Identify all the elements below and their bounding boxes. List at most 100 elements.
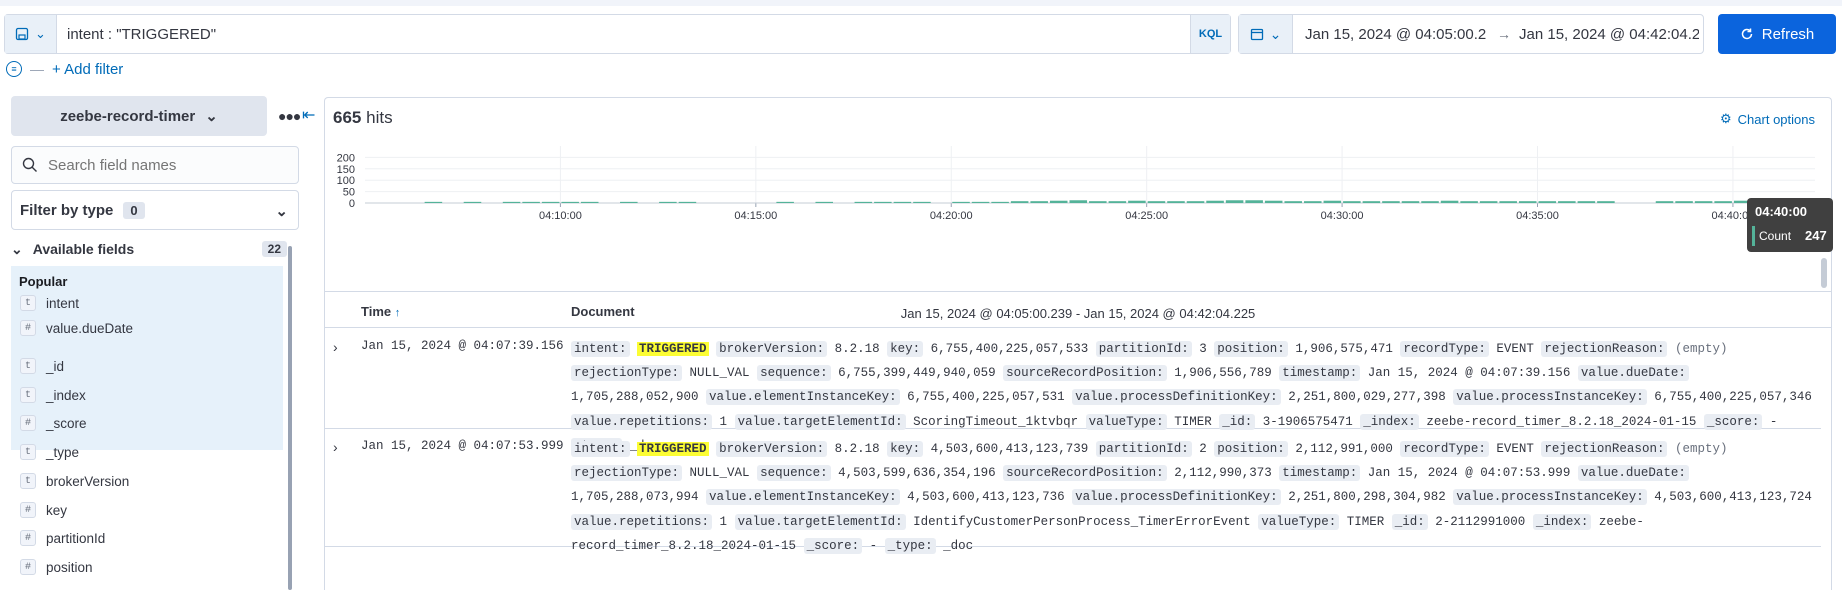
collapse-sidebar-icon[interactable]: ⇤ (302, 105, 315, 125)
index-pattern-selector[interactable]: zeebe-record-timer ⌄ (11, 96, 267, 136)
histogram-bar (1167, 201, 1185, 203)
doc-field-key: rejectionReason: (1541, 341, 1668, 357)
doc-field: _id: 2-2112991000 (1391, 513, 1525, 530)
date-picker: ⌄ Jan 15, 2024 @ 04:05:00.2 → Jan 15, 20… (1238, 14, 1704, 54)
histogram-bar (1069, 200, 1088, 203)
y-tick-label: 200 (337, 152, 355, 164)
doc-field: intent: TRIGGERED (571, 341, 709, 357)
field-item[interactable]: # _score (20, 412, 87, 434)
quick-select-button[interactable]: ⌄ (1239, 15, 1293, 53)
filter-menu-icon[interactable]: ≡ (6, 61, 22, 77)
histogram-svg[interactable]: 200150100500 04:10:00 04:15:00 04:20:00 04:2… (325, 138, 1831, 268)
doc-field-key: partitionId: (1095, 441, 1192, 457)
query-input[interactable]: intent : "TRIGGERED" (57, 26, 1190, 43)
doc-field: rejectionReason: (empty) (1541, 341, 1727, 357)
doc-field-key: brokerVersion: (716, 441, 828, 457)
histogram-bar (971, 201, 990, 203)
field-item[interactable]: # partitionId (20, 527, 105, 549)
field-item[interactable]: t _type (20, 441, 79, 463)
doc-field-value: 1,705,288,073,994 (571, 490, 699, 505)
histogram-bar (1518, 201, 1537, 203)
expand-row-icon[interactable]: › (333, 339, 338, 355)
doc-field-value: TRIGGERED (637, 442, 709, 456)
field-item[interactable]: t _index (20, 384, 86, 406)
doc-field-key: rejectionType: (571, 465, 683, 482)
histogram-bar (1675, 201, 1693, 203)
histogram-bar (1694, 201, 1713, 203)
end-date[interactable]: Jan 15, 2024 @ 04:42:04.2 (1519, 26, 1699, 43)
doc-field: intent: TRIGGERED (571, 441, 709, 457)
table-scrollbar[interactable] (1821, 258, 1827, 288)
doc-field-key: _score: (1703, 413, 1763, 430)
field-item[interactable]: t intent (20, 292, 79, 314)
doc-field-value: 6,755,400,225,057,531 (907, 390, 1065, 405)
gear-icon: ⚙ (1720, 111, 1732, 126)
start-date[interactable]: Jan 15, 2024 @ 04:05:00.2 (1293, 26, 1489, 43)
query-input-container[interactable]: ⌄ intent : "TRIGGERED" KQL (4, 14, 1231, 54)
histogram-bar (1440, 200, 1459, 203)
time-column-header[interactable]: Time ↑ (361, 304, 400, 319)
doc-field-value: - (1769, 414, 1778, 429)
field-sidebar: zeebe-record-timer ⌄ ●●● ⇤ Filter by typ… (0, 96, 322, 590)
refresh-button[interactable]: Refresh (1718, 14, 1836, 54)
chart-options-button[interactable]: ⚙ Chart options (1720, 111, 1815, 127)
doc-field-value: 2,112,991,000 (1295, 442, 1393, 456)
field-item[interactable]: # key (20, 499, 67, 521)
histogram-bar (1714, 201, 1732, 203)
filter-by-type-label: Filter by type (20, 201, 114, 219)
y-tick-label: 100 (337, 175, 355, 187)
field-name: intent (46, 295, 80, 311)
histogram-bar (1655, 201, 1674, 203)
histogram-bar (561, 201, 579, 203)
table-row: › Jan 15, 2024 @ 04:07:39.156 intent: TR… (325, 329, 1821, 454)
sidebar-scrollbar[interactable] (288, 246, 292, 590)
doc-field-key: sourceRecordPosition: (1003, 365, 1167, 382)
field-item[interactable]: t brokerVersion (20, 470, 129, 492)
expand-row-icon[interactable]: › (333, 439, 338, 455)
more-options-icon[interactable]: ●●● (278, 108, 301, 124)
doc-field-key: partitionId: (1095, 341, 1192, 357)
chevron-down-icon: ⌄ (205, 108, 218, 125)
field-item[interactable]: # position (20, 556, 93, 578)
histogram-bar (1264, 200, 1283, 203)
doc-field-value: 1,906,556,789 (1174, 366, 1272, 381)
filter-by-type-button[interactable]: Filter by type 0 ⌄ (11, 190, 299, 230)
histogram-bar (776, 201, 794, 203)
field-type-icon: t (20, 358, 36, 374)
doc-field-key: _index: (1360, 413, 1419, 430)
doc-field: value.elementInstanceKey: 4,503,600,413,… (706, 489, 1065, 506)
doc-field: value.targetElementId: IdentifyCustomerP… (734, 513, 1251, 530)
kql-language-button[interactable]: KQL (1190, 15, 1230, 53)
doc-field-key: value.targetElementId: (734, 413, 906, 430)
popular-label: Popular (19, 274, 68, 289)
histogram-bar (424, 201, 443, 203)
doc-field-value: IdentifyCustomerPersonProcess_TimerError… (913, 514, 1251, 529)
y-tick-label: 0 (349, 198, 355, 210)
table-row: › Jan 15, 2024 @ 04:07:53.999 intent: TR… (325, 429, 1821, 554)
add-filter-button[interactable]: + Add filter (52, 61, 123, 78)
available-fields-count: 22 (261, 241, 287, 257)
field-name: partitionId (46, 530, 106, 546)
available-fields-header[interactable]: ⌄ Available fields 22 (11, 234, 287, 264)
sort-ascending-icon[interactable]: ↑ (395, 307, 401, 319)
field-search[interactable] (11, 146, 299, 184)
saved-query-button[interactable]: ⌄ (5, 15, 57, 53)
tooltip-series-marker (1752, 226, 1755, 246)
field-item[interactable]: # value.dueDate (20, 317, 133, 339)
doc-field: partitionId: 3 (1095, 341, 1207, 357)
chart-tooltip: 04:40:00 Count 247 (1747, 198, 1833, 252)
search-field-input[interactable] (48, 156, 288, 174)
doc-field: rejectionType: NULL_VAL (571, 465, 750, 482)
doc-field: _index: zeebe-record_timer_8.2.18_2024-0… (1360, 413, 1696, 430)
histogram-bar (522, 201, 540, 203)
field-item[interactable]: t _id (20, 355, 64, 377)
doc-field-key: intent: (571, 341, 630, 357)
doc-field-value: 6,755,400,225,057,533 (930, 342, 1089, 356)
doc-field-value: EVENT (1496, 342, 1534, 356)
doc-field: key: 6,755,400,225,057,533 (887, 341, 1088, 357)
doc-field-value: 1 (719, 414, 728, 429)
filter-separator: — (30, 61, 44, 77)
chevron-down-icon: ⌄ (1269, 25, 1282, 42)
doc-field-key: value.elementInstanceKey: (706, 389, 900, 406)
tooltip-count-value: 247 (1805, 228, 1827, 243)
